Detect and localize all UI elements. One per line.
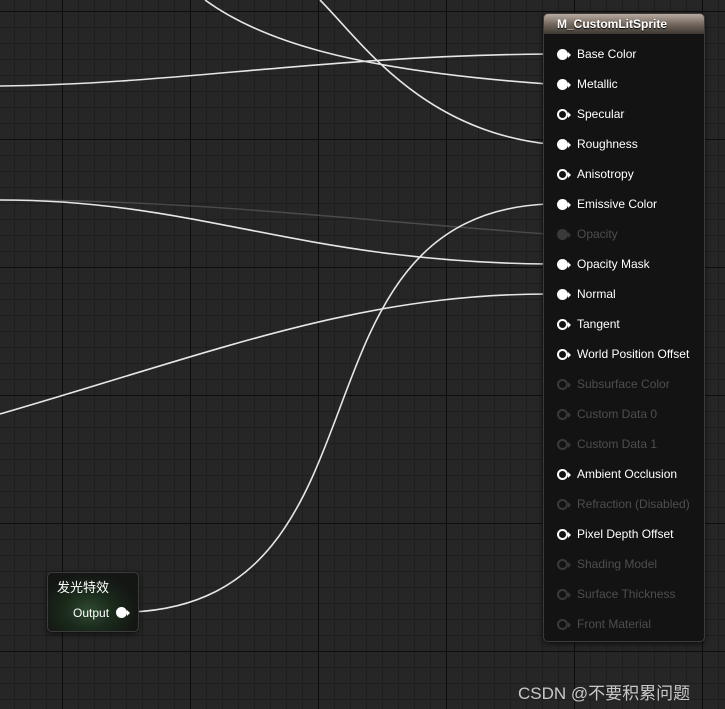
pin-arrow-icon [568, 412, 571, 418]
material-result-title: M_CustomLitSprite [544, 14, 704, 34]
pin-arrow-icon [568, 502, 571, 508]
pin-row-specular[interactable]: Specular [544, 105, 704, 125]
pin-row-emissive-color[interactable]: Emissive Color [544, 195, 704, 215]
pin-shading-model-icon [557, 559, 568, 570]
pin-row-opacity: Opacity [544, 225, 704, 245]
pin-arrow-icon [568, 322, 571, 328]
wire-metallic [204, 0, 549, 85]
pin-row-normal[interactable]: Normal [544, 285, 704, 305]
wire-base-color [0, 53, 549, 87]
pin-emissive-color-icon[interactable] [557, 199, 568, 210]
pin-label: Base Color [577, 47, 637, 61]
pin-row-subsurface-color: Subsurface Color [544, 375, 704, 395]
pin-label: Roughness [577, 137, 638, 151]
pin-label: Custom Data 0 [577, 407, 658, 421]
wire-opacity [0, 199, 549, 235]
pin-label: Anisotropy [577, 167, 634, 181]
pin-label: Subsurface Color [577, 377, 670, 391]
pin-arrow-icon [568, 232, 571, 238]
output-pin[interactable] [116, 607, 127, 618]
pin-normal-icon[interactable] [557, 289, 568, 300]
pin-row-custom-data-1: Custom Data 1 [544, 435, 704, 455]
pin-arrow-icon [568, 382, 571, 388]
glow-effect-title: 发光特效 [57, 580, 110, 595]
pin-row-opacity-mask[interactable]: Opacity Mask [544, 255, 704, 275]
pin-arrow-icon [568, 202, 571, 208]
pin-opacity-mask-icon[interactable] [557, 259, 568, 270]
pin-label: Front Material [577, 617, 652, 631]
pin-row-anisotropy[interactable]: Anisotropy [544, 165, 704, 185]
pin-label: Opacity Mask [577, 257, 650, 271]
pin-arrow-icon [568, 622, 571, 628]
pin-custom-data-0-icon [557, 409, 568, 420]
glow-effect-node[interactable]: 发光特效 Output [47, 572, 139, 632]
pin-row-surface-thickness: Surface Thickness [544, 585, 704, 605]
pin-row-custom-data-0: Custom Data 0 [544, 405, 704, 425]
pin-row-metallic[interactable]: Metallic [544, 75, 704, 95]
pin-row-ambient-occlusion[interactable]: Ambient Occlusion [544, 465, 704, 485]
pin-label: World Position Offset [577, 347, 690, 361]
pin-arrow-icon [568, 592, 571, 598]
pin-label: Refraction (Disabled) [577, 497, 690, 511]
watermark-text: CSDN @不要积累问题 [518, 684, 691, 703]
pin-label: Opacity [577, 227, 618, 241]
pin-label: Custom Data 1 [577, 437, 658, 451]
pin-row-world-position-offset[interactable]: World Position Offset [544, 345, 704, 365]
wire-normal [0, 293, 549, 415]
pin-label: Tangent [577, 317, 620, 331]
wire-emissive-color [131, 203, 549, 613]
pin-surface-thickness-icon [557, 589, 568, 600]
pin-label: Ambient Occlusion [577, 467, 678, 481]
pin-subsurface-color-icon [557, 379, 568, 390]
pin-arrow-icon [568, 142, 571, 148]
pin-base-color-icon[interactable] [557, 49, 568, 60]
wire-opacity-mask [0, 199, 549, 265]
pin-row-pixel-depth-offset[interactable]: Pixel Depth Offset [544, 525, 704, 545]
pin-row-roughness[interactable]: Roughness [544, 135, 704, 155]
pin-label: Shading Model [577, 557, 658, 571]
pin-arrow-icon [568, 262, 571, 268]
pin-custom-data-1-icon [557, 439, 568, 450]
pin-label: Normal [577, 287, 616, 301]
pin-label: Emissive Color [577, 197, 658, 211]
pin-arrow-icon [568, 472, 571, 478]
pin-arrow-icon [568, 52, 571, 58]
pin-arrow-icon [568, 112, 571, 118]
pin-pixel-depth-offset-icon[interactable] [557, 529, 568, 540]
pin-opacity-icon [557, 229, 568, 240]
pin-label: Pixel Depth Offset [577, 527, 674, 541]
pin-arrow-icon [568, 82, 571, 88]
pin-label: Specular [577, 107, 625, 121]
output-pin-arrow [127, 610, 130, 616]
pin-row-shading-model: Shading Model [544, 555, 704, 575]
pin-ambient-occlusion-icon[interactable] [557, 469, 568, 480]
pin-label: Surface Thickness [577, 587, 676, 601]
pin-world-position-offset-icon[interactable] [557, 349, 568, 360]
pin-arrow-icon [568, 562, 571, 568]
pin-row-tangent[interactable]: Tangent [544, 315, 704, 335]
pin-refraction-disabled-icon [557, 499, 568, 510]
pin-arrow-icon [568, 532, 571, 538]
pin-front-material-icon [557, 619, 568, 630]
pin-row-front-material: Front Material [544, 615, 704, 635]
pin-anisotropy-icon[interactable] [557, 169, 568, 180]
pin-row-base-color[interactable]: Base Color [544, 45, 704, 65]
pin-roughness-icon[interactable] [557, 139, 568, 150]
pin-arrow-icon [568, 442, 571, 448]
material-result-node[interactable]: M_CustomLitSprite Base Color Metallic Spec… [543, 13, 705, 642]
pin-metallic-icon[interactable] [557, 79, 568, 90]
pin-arrow-icon [568, 292, 571, 298]
pin-row-refraction-disabled: Refraction (Disabled) [544, 495, 704, 515]
pin-tangent-icon[interactable] [557, 319, 568, 330]
pin-arrow-icon [568, 352, 571, 358]
pin-specular-icon[interactable] [557, 109, 568, 120]
output-pin-label: Output [73, 606, 110, 620]
pin-label: Metallic [577, 77, 618, 91]
pin-arrow-icon [568, 172, 571, 178]
